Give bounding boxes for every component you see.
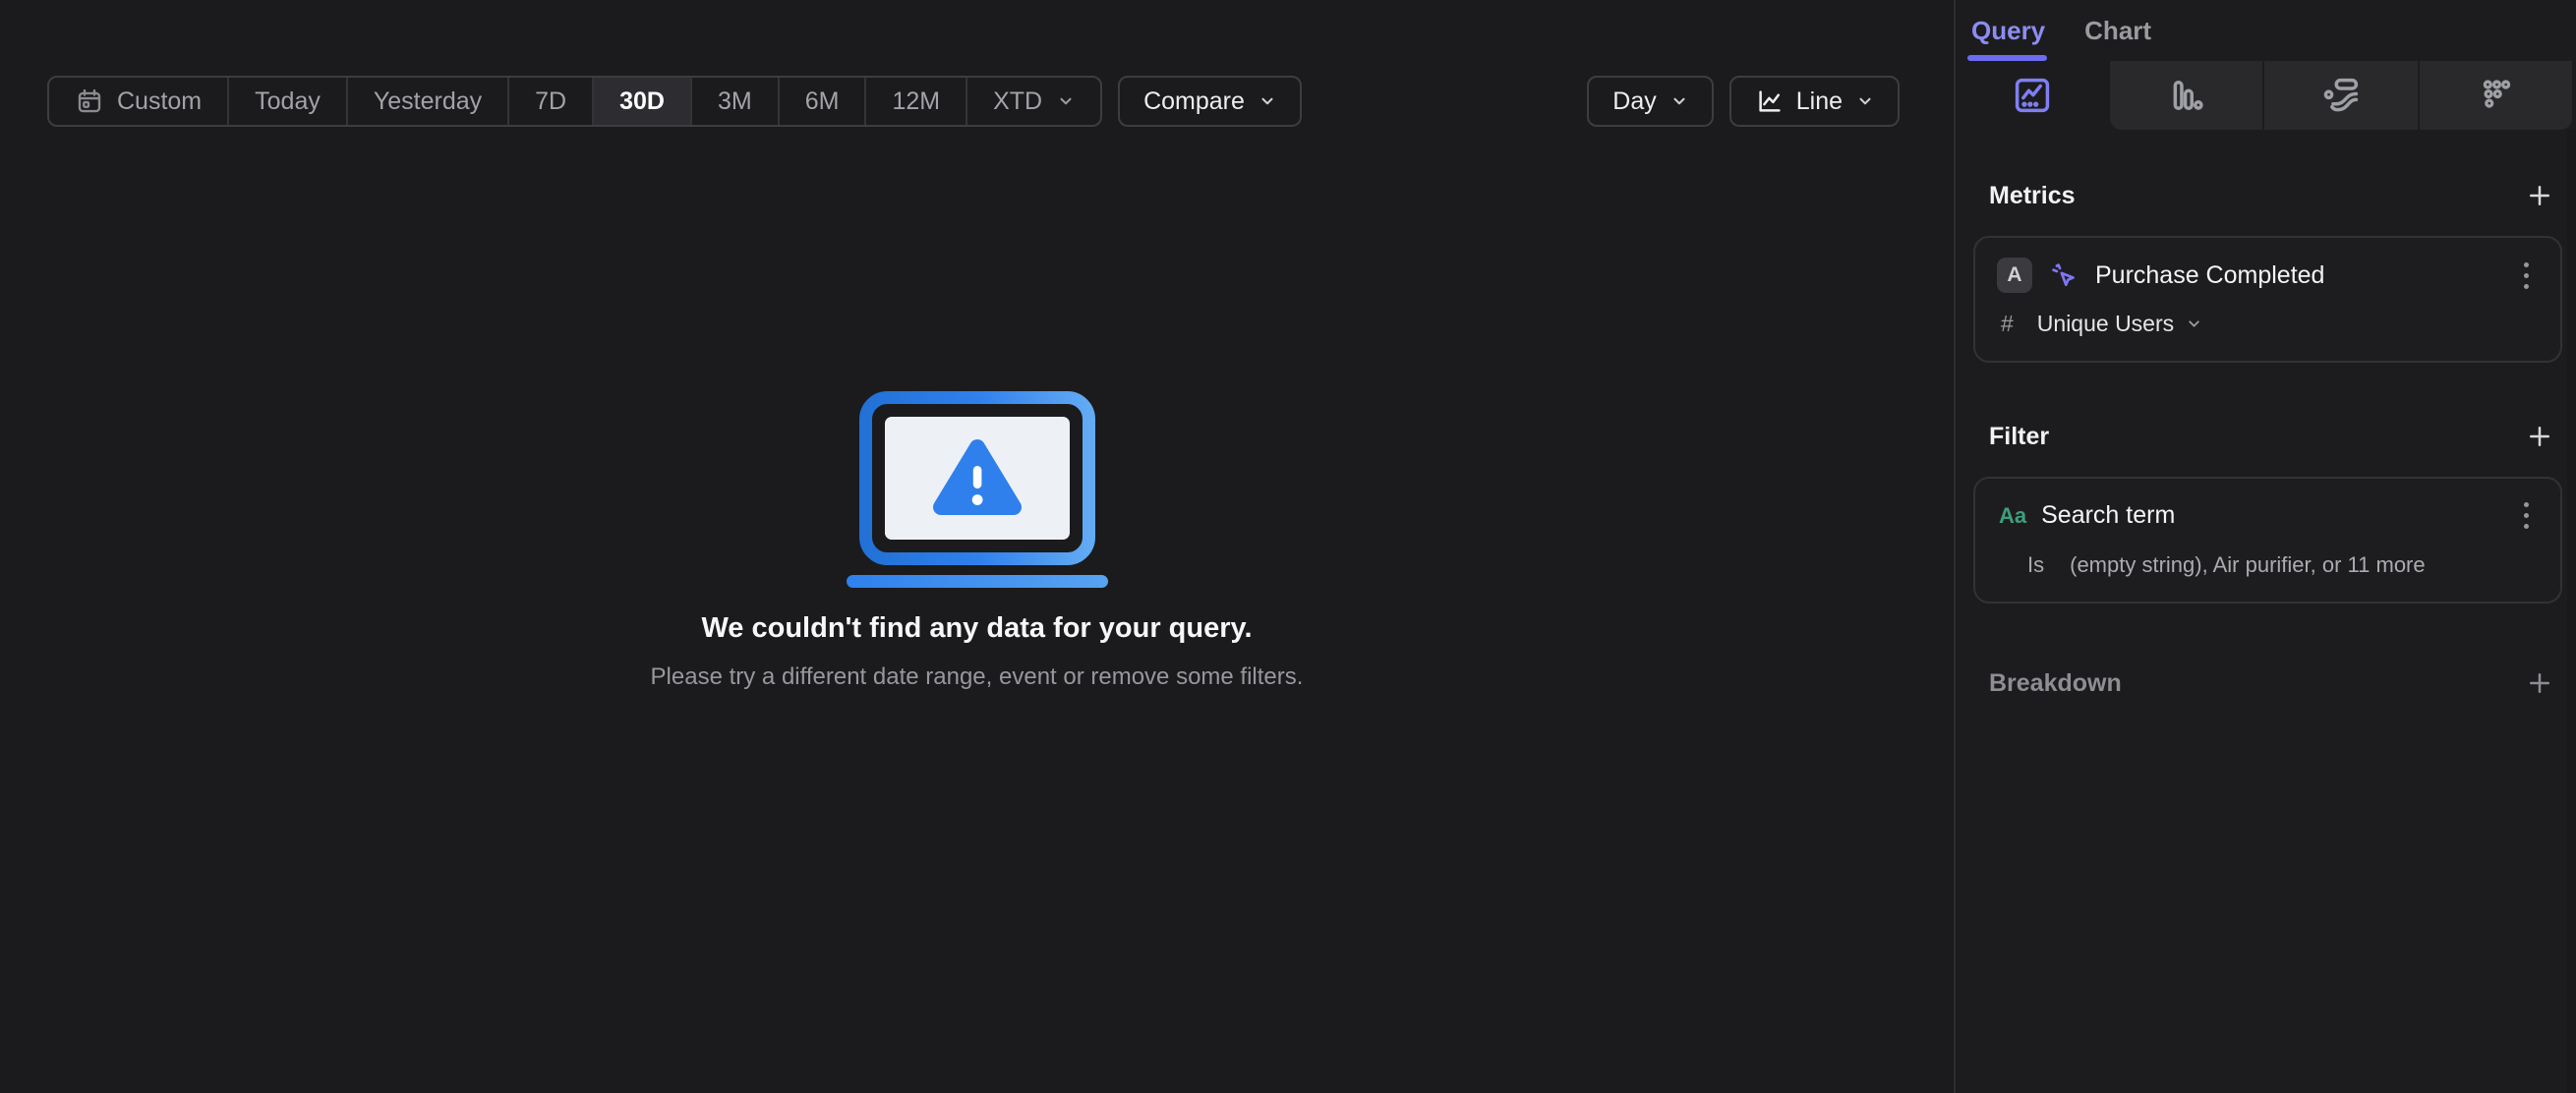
date-range-today-button[interactable]: Today: [229, 78, 348, 125]
chart-type-tab-bar: [1956, 61, 2576, 130]
date-range-6m-button[interactable]: 6M: [780, 78, 867, 125]
tab-label: Query: [1971, 15, 2046, 45]
chevron-down-icon: [1670, 92, 1688, 110]
date-range-7d-button[interactable]: 7D: [509, 78, 595, 125]
date-range-segmented-control: Custom Today Yesterday 7D 30D 3M 6M 12M …: [47, 76, 1103, 127]
chart-type-bar-tab[interactable]: [2110, 61, 2262, 130]
date-range-label: XTD: [993, 86, 1043, 115]
event-cursor-sparkle-icon: [2047, 259, 2080, 292]
query-builder-sidebar: Query Chart Metrics A Purchase Completed…: [1954, 0, 2576, 1093]
retention-grid-icon: [2474, 74, 2517, 117]
laptop-warning-illustration: [846, 391, 1108, 588]
date-range-label: 7D: [535, 86, 567, 115]
chart-type-inactive-tabs: [2109, 61, 2572, 130]
filter-property-name[interactable]: Search term: [2041, 501, 2175, 530]
filter-card-header: Aa Search term: [1997, 498, 2539, 533]
breakdown-heading: Breakdown: [1989, 668, 2122, 697]
calendar-icon: [75, 86, 104, 116]
compare-label: Compare: [1143, 86, 1245, 115]
tab-label: Chart: [2084, 15, 2152, 45]
chart-type-retention-tab[interactable]: [2417, 61, 2572, 130]
aggregation-dropdown[interactable]: Unique Users: [2037, 311, 2202, 337]
empty-state-subtitle: Please try a different date range, event…: [650, 663, 1304, 690]
chevron-down-icon: [1057, 92, 1075, 110]
date-range-3m-button[interactable]: 3M: [692, 78, 780, 125]
flows-icon: [2319, 74, 2363, 117]
filter-operator[interactable]: Is: [2027, 552, 2044, 578]
filter-values-summary[interactable]: (empty string), Air purifier, or 11 more: [2070, 552, 2426, 578]
metric-aggregation-row: # Unique Users: [1997, 311, 2539, 337]
filter-card[interactable]: Aa Search term Is (empty string), Air pu…: [1973, 477, 2562, 604]
compare-button[interactable]: Compare: [1118, 76, 1302, 127]
date-range-label: Custom: [117, 86, 203, 115]
sidebar-tab-bar: Query Chart: [1956, 0, 2576, 61]
analytics-app: Custom Today Yesterday 7D 30D 3M 6M 12M …: [0, 0, 2576, 1093]
date-range-label: Today: [255, 86, 321, 115]
filter-section-header: Filter: [1973, 420, 2562, 453]
chevron-down-icon: [1259, 92, 1276, 110]
filter-heading: Filter: [1989, 422, 2050, 450]
metric-kebab-menu[interactable]: [2520, 259, 2533, 293]
date-range-label: Yesterday: [373, 86, 483, 115]
query-panel: Metrics A Purchase Completed # Unique Us…: [1956, 179, 2576, 700]
chevron-down-icon: [2186, 316, 2202, 332]
date-range-30d-button[interactable]: 30D: [594, 78, 692, 125]
date-range-label: 12M: [892, 86, 941, 115]
filter-kebab-menu[interactable]: [2520, 498, 2533, 533]
date-range-yesterday-button[interactable]: Yesterday: [348, 78, 510, 125]
granularity-label: Day: [1612, 86, 1657, 115]
granularity-dropdown[interactable]: Day: [1587, 76, 1714, 127]
report-toolbar: Custom Today Yesterday 7D 30D 3M 6M 12M …: [0, 0, 1954, 127]
add-metric-button[interactable]: [2523, 179, 2556, 212]
metric-series-badge: A: [1997, 258, 2032, 293]
date-range-xtd-button[interactable]: XTD: [967, 78, 1100, 125]
chart-style-dropdown[interactable]: Line: [1728, 76, 1900, 127]
breakdown-section-header: Breakdown: [1973, 666, 2562, 700]
metric-card[interactable]: A Purchase Completed # Unique Users: [1973, 236, 2562, 363]
date-range-12m-button[interactable]: 12M: [866, 78, 968, 125]
tab-query[interactable]: Query: [1966, 0, 2048, 61]
chevron-down-icon: [1856, 92, 1874, 110]
metric-card-header: A Purchase Completed: [1997, 258, 2539, 293]
insights-line-chart-icon: [2011, 74, 2054, 117]
date-range-label: 3M: [717, 86, 752, 115]
chart-type-insights-tab[interactable]: [1956, 61, 2110, 130]
metric-event-name[interactable]: Purchase Completed: [2095, 261, 2324, 290]
add-filter-button[interactable]: [2523, 420, 2556, 453]
chart-type-flows-tab[interactable]: [2262, 61, 2417, 130]
tab-chart[interactable]: Chart: [2084, 0, 2151, 61]
empty-state-title: We couldn't find any data for your query…: [701, 612, 1253, 644]
no-data-empty-state: We couldn't find any data for your query…: [0, 390, 1954, 691]
metrics-section-header: Metrics: [1973, 179, 2562, 212]
sidebar-scrollbar-gutter[interactable]: [2567, 130, 2576, 1093]
date-range-custom-button[interactable]: Custom: [49, 78, 230, 125]
count-symbol: #: [2001, 311, 2014, 336]
add-breakdown-button[interactable]: [2523, 666, 2556, 700]
aggregation-label: Unique Users: [2036, 311, 2175, 336]
metrics-heading: Metrics: [1989, 181, 2076, 209]
filter-condition-row: Is (empty string), Air purifier, or 11 m…: [1997, 552, 2539, 578]
date-range-label: 6M: [804, 86, 840, 115]
chart-style-label: Line: [1795, 86, 1843, 115]
report-canvas: Custom Today Yesterday 7D 30D 3M 6M 12M …: [0, 0, 1954, 1093]
bar-chart-icon: [2164, 74, 2207, 117]
date-range-label: 30D: [619, 86, 665, 115]
text-property-icon: Aa: [1999, 502, 2027, 528]
line-chart-icon: [1755, 86, 1785, 116]
